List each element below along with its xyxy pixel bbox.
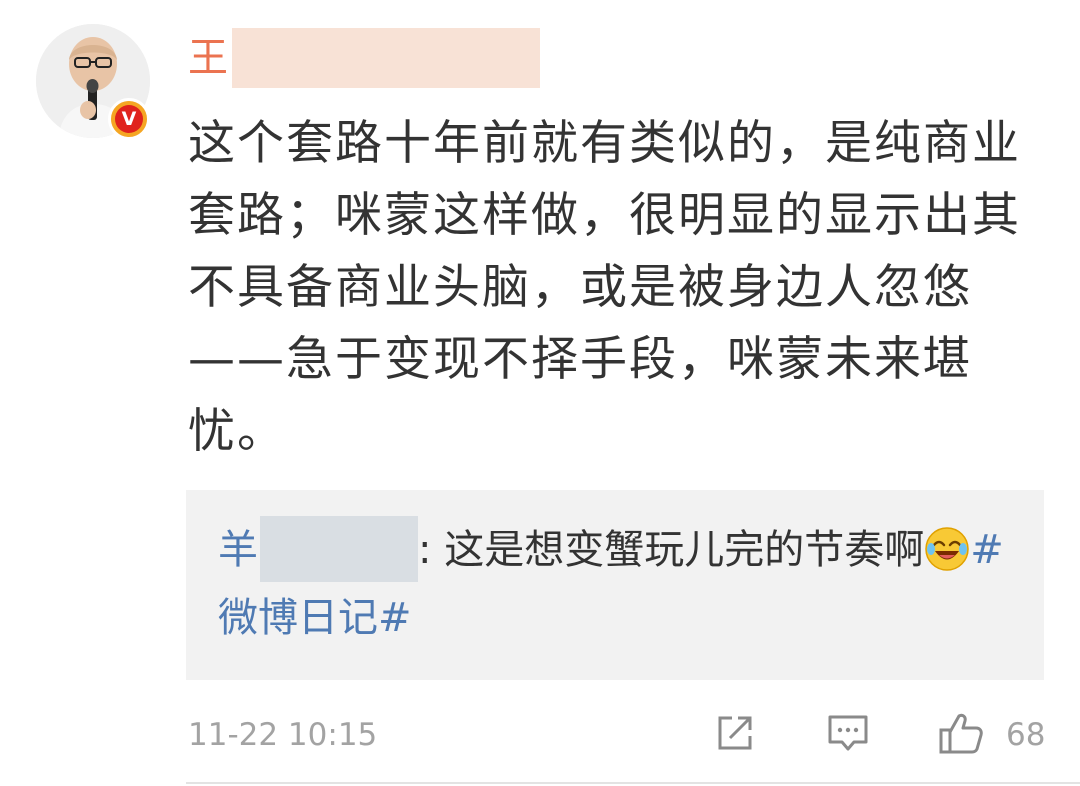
reply-message: : 这是想变蟹玩儿完的节奏啊 — [418, 527, 925, 573]
share-icon[interactable] — [714, 712, 756, 758]
reply-author-name[interactable]: 羊 — [218, 527, 258, 573]
reply-author-redaction — [260, 516, 418, 582]
laughing-crying-emoji-icon — [924, 525, 970, 571]
reply-text: 羊: 这是想变蟹玩儿完的节奏啊 #微博日记# — [218, 516, 1018, 652]
timestamp: 11-22 10:15 — [188, 717, 378, 753]
verified-badge-icon: V — [108, 98, 150, 140]
comment-footer: 11-22 10:15 68 — [188, 708, 1048, 762]
like-icon[interactable] — [938, 712, 984, 760]
verified-badge-label: V — [115, 105, 143, 133]
author-name-redaction — [232, 28, 540, 88]
reply-preview[interactable]: 羊: 这是想变蟹玩儿完的节奏啊 #微博日记# — [186, 490, 1044, 680]
comment-author-name[interactable]: 王 — [188, 28, 228, 88]
comment-icon[interactable] — [826, 712, 870, 758]
like-count: 68 — [1006, 717, 1046, 753]
comment-body: 这个套路十年前就有类似的，是纯商业套路；咪蒙这样做，很明显的显示出其不具备商业头… — [188, 116, 1021, 459]
divider — [186, 782, 1080, 784]
